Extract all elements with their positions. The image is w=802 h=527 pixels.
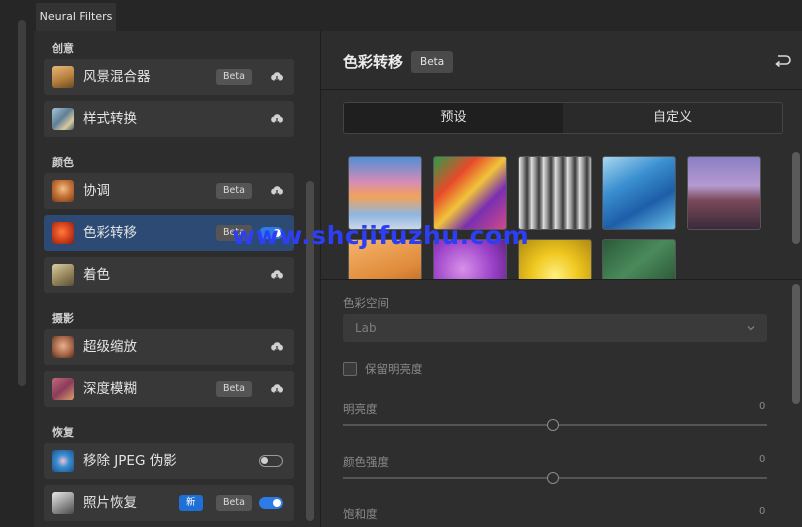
beta-badge: Beta	[216, 183, 252, 199]
saturation-value: 0	[759, 506, 766, 517]
preset-gallery	[343, 149, 793, 279]
left-edge-scrollbar[interactable]	[18, 20, 26, 386]
photo-restore-thumb	[52, 492, 74, 514]
settings-scrollbar[interactable]	[792, 284, 800, 404]
luminance-label: 明亮度	[343, 402, 378, 416]
colorize-thumb	[52, 264, 74, 286]
new-badge: 新	[179, 495, 203, 511]
color-space-dropdown[interactable]: Lab	[343, 314, 767, 342]
beta-badge: Beta	[216, 495, 252, 511]
style-transfer-thumb	[52, 108, 74, 130]
filter-name: 着色	[83, 267, 110, 283]
group-header-restoration: 恢复	[52, 426, 74, 439]
filter-remove-jpeg[interactable]: 移除 JPEG 伪影	[44, 443, 294, 479]
left-edge-panel	[0, 0, 35, 527]
color-intensity-value: 0	[759, 454, 766, 465]
photo-restore-toggle[interactable]	[259, 497, 283, 509]
tab-bar: Neural Filters	[34, 0, 802, 32]
filter-super-zoom[interactable]: 超级缩放	[44, 329, 294, 365]
group-header-creative: 创意	[52, 42, 74, 55]
filter-name: 深度模糊	[83, 381, 137, 397]
header-divider	[321, 89, 802, 90]
super-zoom-thumb	[52, 336, 74, 358]
remove-jpeg-toggle[interactable]	[259, 455, 283, 467]
preset-green-leaves[interactable]	[602, 239, 676, 279]
preset-abstract-paint[interactable]	[433, 156, 507, 230]
color-intensity-label: 颜色强度	[343, 455, 389, 469]
filter-name: 超级缩放	[83, 339, 137, 355]
color-space-value: Lab	[355, 321, 377, 335]
filter-detail-panel: 色彩转移 Beta 预设 自定义 色彩空间 Lab 保留明亮度 明亮度 0 颜色…	[321, 31, 802, 527]
preset-custom-segmented-control: 预设 自定义	[343, 102, 783, 134]
preset-gallery-scrollbar[interactable]	[792, 152, 800, 244]
filter-list-panel: 创意 风景混合器 Beta 样式转换 颜色 协调 Beta 色彩转移 Beta …	[34, 31, 321, 527]
cloud-download-icon[interactable]	[270, 71, 284, 83]
cloud-download-icon[interactable]	[270, 113, 284, 125]
landscape-mixer-thumb	[52, 66, 74, 88]
depth-blur-thumb	[52, 378, 74, 400]
reset-icon[interactable]	[773, 53, 791, 69]
segment-preset[interactable]: 预设	[344, 103, 563, 133]
filter-name: 样式转换	[83, 111, 137, 127]
preserve-luminance-label: 保留明亮度	[365, 362, 423, 376]
cloud-download-icon[interactable]	[270, 269, 284, 281]
filter-name: 移除 JPEG 伪影	[83, 453, 177, 469]
cloud-download-icon[interactable]	[270, 383, 284, 395]
preserve-luminance-checkbox[interactable]	[343, 362, 357, 376]
luminance-value: 0	[759, 401, 766, 412]
filter-name: 色彩转移	[83, 225, 137, 241]
watermark-text: www.shcjifuzhu.com	[232, 221, 530, 250]
group-header-color: 颜色	[52, 156, 74, 169]
preset-blue-feathers[interactable]	[602, 156, 676, 230]
preset-cathedral-bw[interactable]	[518, 156, 592, 230]
color-transfer-thumb	[52, 222, 74, 244]
beta-badge: Beta	[216, 69, 252, 85]
beta-badge: Beta	[216, 381, 252, 397]
filter-harmonize[interactable]: 协调 Beta	[44, 173, 294, 209]
filter-landscape-mixer[interactable]: 风景混合器 Beta	[44, 59, 294, 95]
preset-desert-road[interactable]	[687, 156, 761, 230]
filter-name: 风景混合器	[83, 69, 151, 85]
preset-sunset-lake[interactable]	[348, 156, 422, 230]
group-header-photography: 摄影	[52, 312, 74, 325]
color-space-label: 色彩空间	[343, 296, 389, 310]
detail-title: 色彩转移	[343, 53, 404, 71]
saturation-label: 饱和度	[343, 507, 378, 521]
filter-depth-blur[interactable]: 深度模糊 Beta	[44, 371, 294, 407]
settings-section: 色彩空间 Lab 保留明亮度 明亮度 0 颜色强度 0 饱和度 0	[321, 280, 802, 527]
filter-name: 照片恢复	[83, 495, 137, 511]
segment-custom[interactable]: 自定义	[563, 103, 782, 133]
color-intensity-slider-knob[interactable]	[547, 472, 559, 484]
tab-neural-filters[interactable]: Neural Filters	[36, 3, 116, 31]
filter-name: 协调	[83, 183, 110, 199]
harmonize-thumb	[52, 180, 74, 202]
detail-beta-badge: Beta	[411, 51, 454, 73]
luminance-slider-knob[interactable]	[547, 419, 559, 431]
cloud-download-icon[interactable]	[270, 341, 284, 353]
jpeg-thumb	[52, 450, 74, 472]
filter-photo-restore[interactable]: 照片恢复 新 Beta	[44, 485, 294, 521]
filter-colorize[interactable]: 着色	[44, 257, 294, 293]
cloud-download-icon[interactable]	[270, 185, 284, 197]
filter-style-transfer[interactable]: 样式转换	[44, 101, 294, 137]
chevron-down-icon	[747, 326, 755, 331]
